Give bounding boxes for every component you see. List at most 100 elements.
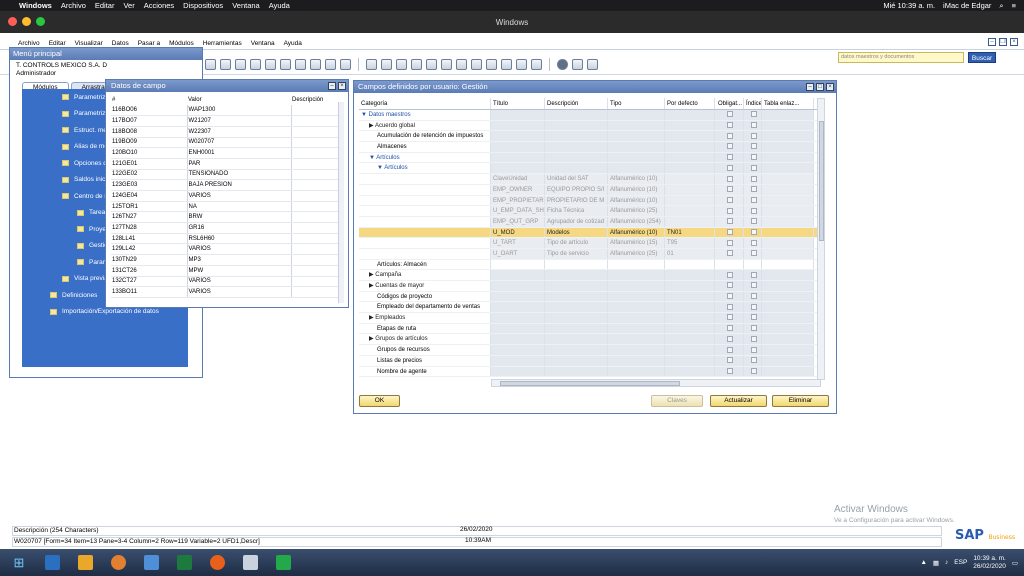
index-checkbox[interactable] [744,323,762,334]
checkbox-icon[interactable] [750,196,757,203]
checkbox-icon[interactable] [727,164,733,171]
checkbox-icon[interactable] [727,218,733,225]
claves-button[interactable]: Claves [651,395,703,407]
table-row[interactable]: 118BO08 W22307 [111,126,341,138]
column-header-tabla-enlazada[interactable]: Tabla enlaz... [762,98,814,109]
checkbox-icon[interactable] [727,357,733,364]
index-checkbox[interactable] [744,216,762,227]
close-icon[interactable]: × [826,83,834,91]
table-row[interactable]: 123GE03 BAJA PRESION [111,179,341,191]
mandatory-checkbox[interactable] [715,184,744,195]
udf-horizontal-scrollbar[interactable] [491,379,821,387]
index-checkbox[interactable] [744,302,762,313]
journal-icon[interactable] [340,59,351,70]
checkbox-icon[interactable] [750,271,757,278]
checkbox-icon[interactable] [750,175,757,182]
mandatory-checkbox[interactable] [715,206,744,216]
mandatory-checkbox[interactable] [715,238,744,248]
checkbox-icon[interactable] [750,154,757,161]
index-checkbox[interactable] [744,206,762,216]
checkbox-icon[interactable] [750,218,757,225]
index-checkbox[interactable] [744,174,762,184]
field-data-titlebar[interactable]: Datos de campo – × [106,80,348,92]
checkbox-icon[interactable] [750,282,757,289]
sap-menu-archivo[interactable]: Archivo [18,40,40,47]
checkbox-icon[interactable] [727,314,733,321]
checkbox-icon[interactable] [750,325,757,332]
scroll-thumb[interactable] [500,381,680,386]
udf-grid-row[interactable]: Empleado del departamento de ventas [359,302,824,314]
udf-grid-row[interactable]: Códigos de proyecto [359,291,824,303]
mandatory-checkbox[interactable] [715,323,744,334]
actualizar-button[interactable]: Actualizar [710,395,767,407]
sap-menu-herramientas[interactable]: Herramientas [203,40,242,47]
udf-grid-row[interactable]: ▶ Campaña [359,270,824,281]
mandatory-checkbox[interactable] [715,345,744,355]
column-header-descripcion[interactable]: Descripción [291,95,341,105]
help-icon[interactable] [557,59,568,70]
minimize-icon[interactable]: – [328,82,336,90]
udf-grid-row[interactable]: ▶ Cuentas de mayor [359,281,824,292]
udf-grid-row[interactable]: Acumulación de retención de impuestos [359,131,824,143]
layout-designer-icon[interactable] [441,59,452,70]
calculator-icon[interactable] [501,59,512,70]
column-header-indice[interactable]: Índice [744,98,762,109]
first-record-icon[interactable] [205,59,216,70]
checkbox-icon[interactable] [727,303,733,310]
index-checkbox[interactable] [744,110,762,120]
close-window-icon[interactable] [8,17,17,26]
checkbox-icon[interactable] [750,143,757,150]
checkbox-icon[interactable] [750,250,757,257]
checkbox-icon[interactable] [727,293,733,300]
alerts-icon[interactable] [516,59,527,70]
tray-clock[interactable]: 10:39 a. m. 26/02/2020 [973,555,1006,571]
calendar-icon[interactable] [486,59,497,70]
mandatory-checkbox[interactable] [715,227,744,238]
mandatory-checkbox[interactable] [715,110,744,120]
checkbox-icon[interactable] [727,282,733,289]
mac-menu-dispositivos[interactable]: Dispositivos [183,1,223,10]
ok-button[interactable]: OK [359,395,400,407]
checkbox-icon[interactable] [727,239,733,246]
menu-list-icon[interactable]: ≡ [1012,1,1016,10]
mandatory-checkbox[interactable] [715,195,744,206]
udf-grid-row[interactable]: U_OART Tipo de servicio Alfanumérico (25) 0… [359,248,824,260]
powershell-icon[interactable] [38,552,66,574]
checkbox-icon[interactable] [750,132,757,139]
mandatory-checkbox[interactable] [715,174,744,184]
green-arrow-icon[interactable] [269,552,297,574]
checkbox-icon[interactable] [750,303,757,310]
field-data-scrollbar[interactable] [338,102,344,303]
index-checkbox[interactable] [744,270,762,280]
column-header-tipo[interactable]: Tipo [608,98,665,109]
index-checkbox[interactable] [744,238,762,248]
udf-grid-row[interactable]: Artículos: Almacén [359,259,824,271]
messages-icon[interactable] [471,59,482,70]
mandatory-checkbox[interactable] [715,355,744,366]
checkbox-icon[interactable] [727,122,733,129]
checkbox-icon[interactable] [727,207,733,214]
sap-menu-editar[interactable]: Editar [49,40,66,47]
column-header-valor[interactable]: Valor [187,95,291,105]
table-row[interactable]: 116BO06 WAP1300 [111,105,341,117]
sort-icon[interactable] [295,59,306,70]
mandatory-checkbox[interactable] [715,334,744,345]
checkbox-icon[interactable] [750,357,757,364]
checkbox-icon[interactable] [727,154,733,161]
udf-grid-row[interactable]: EMP_PROPIETAR PROPIETARIO DE M Alfanuméric… [359,195,824,207]
excel-icon[interactable] [170,552,198,574]
previous-record-icon[interactable] [220,59,231,70]
settings-icon[interactable] [572,59,583,70]
mac-app-name[interactable]: Windows [19,1,52,10]
udf-grid-row[interactable]: ▶ Grupos de artículos [359,334,824,346]
udf-grid-row[interactable]: U_TART Tipo de artículo Alfanumérico (15) T… [359,238,824,249]
main-menu-title[interactable]: Menú principal [10,48,202,60]
index-checkbox[interactable] [744,152,762,163]
index-checkbox[interactable] [744,120,762,131]
mac-datetime[interactable]: Mié 10:39 a. m. [883,1,935,10]
index-checkbox[interactable] [744,248,762,259]
checkbox-icon[interactable] [727,271,733,278]
remote-desktop-icon[interactable] [236,552,264,574]
volume-weight-icon[interactable] [396,59,407,70]
media-player-icon[interactable] [104,552,132,574]
